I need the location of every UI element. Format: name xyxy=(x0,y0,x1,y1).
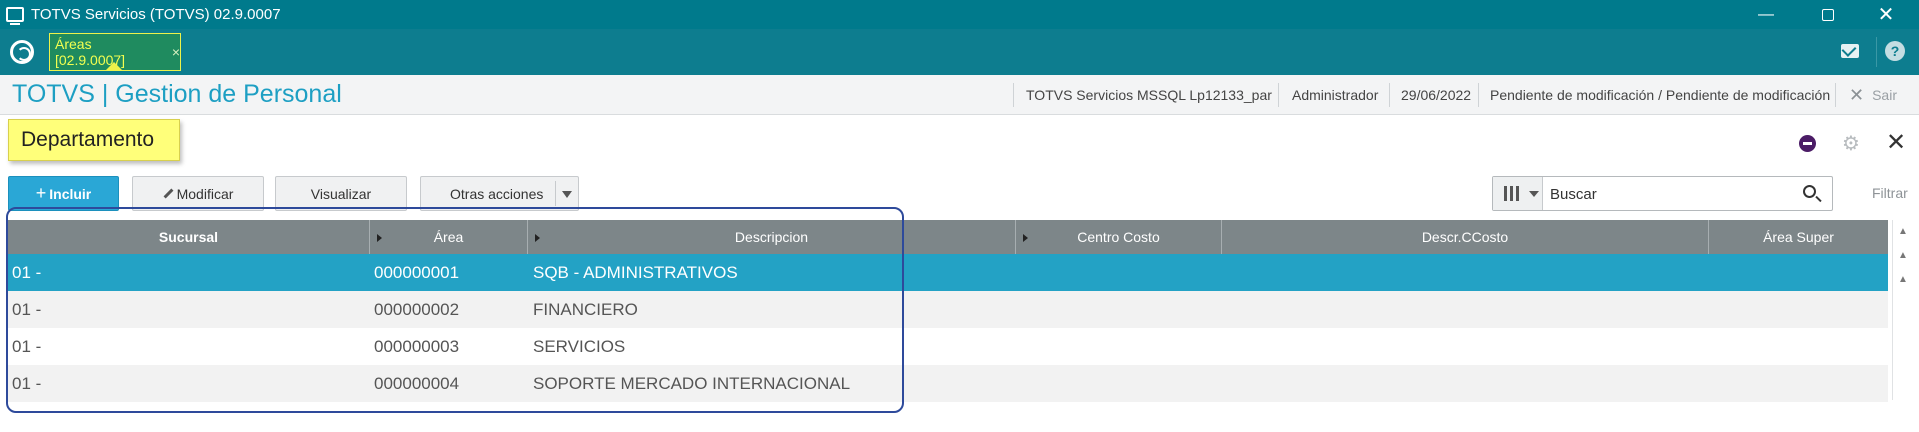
tabbar-divider xyxy=(1876,37,1877,67)
restore-button[interactable] xyxy=(1799,0,1857,29)
table-row[interactable]: 01 - 000000002 FINANCIERO xyxy=(8,291,1888,328)
cell-area: 000000002 xyxy=(374,299,460,319)
search-box xyxy=(1492,176,1833,211)
sort-arrow-icon xyxy=(535,234,540,242)
header-divider xyxy=(1478,83,1479,107)
include-label: Incluir xyxy=(49,185,92,202)
app-title: TOTVS | Gestion de Personal xyxy=(12,80,342,108)
scroll-top-icon[interactable]: ▲ xyxy=(1897,226,1909,237)
column-label: Centro Costo xyxy=(1077,229,1160,245)
cell-sucursal: 01 - xyxy=(12,299,42,319)
environment-label: TOTVS Servicios MSSQL Lp12133_par xyxy=(1026,87,1272,103)
tab-bar: Áreas [02.9.0007] × ? xyxy=(0,29,1919,75)
cell-sucursal: 01 - xyxy=(12,373,42,393)
minimize-button[interactable]: — xyxy=(1737,0,1795,29)
close-icon: ✕ xyxy=(1877,4,1895,26)
other-actions-button[interactable]: Otras acciones xyxy=(420,176,579,211)
totvs-logo-icon[interactable] xyxy=(10,40,34,64)
plus-icon: + xyxy=(35,183,47,203)
grid-header: Sucursal Área Descripcion Centro Costo D… xyxy=(8,220,1888,254)
user-label: Administrador xyxy=(1292,87,1379,103)
sort-arrow-icon xyxy=(377,234,382,242)
other-actions-label: Otras acciones xyxy=(450,185,544,202)
column-label: Descr.CCosto xyxy=(1421,229,1509,245)
column-label: Área xyxy=(433,229,464,245)
header-divider xyxy=(1013,83,1014,107)
search-input[interactable] xyxy=(1550,183,1780,205)
tab-areas[interactable]: Áreas [02.9.0007] × xyxy=(49,33,181,71)
scroll-page-up-icon[interactable]: ▲ xyxy=(1897,250,1909,261)
window-titlebar: TOTVS Servicios (TOTVS) 02.9.0007 — ✕ xyxy=(0,0,1919,29)
restore-icon xyxy=(1822,8,1834,21)
table-row[interactable]: 01 - 000000001 SQB - ADMINISTRATIVOS xyxy=(8,254,1888,291)
exit-label: Sair xyxy=(1872,87,1897,103)
mail-icon[interactable] xyxy=(1841,44,1859,58)
tab-close-icon[interactable]: × xyxy=(172,44,180,60)
column-header-sucursal[interactable]: Sucursal xyxy=(8,220,370,254)
window-close-button[interactable]: ✕ xyxy=(1857,0,1915,29)
cell-descripcion: SERVICIOS xyxy=(533,336,626,356)
header-divider xyxy=(1278,83,1279,107)
column-header-centro-costo[interactable]: Centro Costo xyxy=(1016,220,1222,254)
include-button[interactable]: + Incluir xyxy=(8,176,119,211)
cell-descripcion: FINANCIERO xyxy=(533,299,638,319)
column-header-descripcion[interactable]: Descripcion xyxy=(528,220,1016,254)
cell-sucursal: 01 - xyxy=(12,262,42,282)
cell-sucursal: 01 - xyxy=(12,336,42,356)
date-label: 29/06/2022 xyxy=(1401,87,1472,103)
columns-icon xyxy=(1510,186,1513,201)
close-routine-icon[interactable]: ✕ xyxy=(1886,128,1906,157)
sort-arrow-icon xyxy=(1023,234,1028,242)
pencil-icon xyxy=(163,188,174,199)
column-label: Descripcion xyxy=(734,229,809,245)
columns-icon xyxy=(1504,186,1507,201)
exit-x-icon: ✕ xyxy=(1849,84,1865,105)
column-header-area-super[interactable]: Área Super xyxy=(1709,220,1888,254)
table-row[interactable]: 01 - 000000003 SERVICIOS xyxy=(8,328,1888,365)
cell-descripcion: SQB - ADMINISTRATIVOS xyxy=(533,262,738,282)
caret-down-icon xyxy=(562,191,572,198)
columns-selector[interactable] xyxy=(1493,177,1543,210)
view-label: Visualizar xyxy=(310,185,372,202)
cell-area: 000000003 xyxy=(374,336,460,356)
button-divider xyxy=(555,181,556,206)
column-label: Sucursal xyxy=(158,229,219,245)
columns-icon xyxy=(1516,186,1519,201)
exit-button[interactable]: ✕ Sair xyxy=(1849,75,1897,115)
window-title: TOTVS Servicios (TOTVS) 02.9.0007 xyxy=(31,6,281,23)
modify-button[interactable]: Modificar xyxy=(132,176,264,211)
cell-area: 000000004 xyxy=(374,373,460,393)
header-divider xyxy=(1835,83,1836,107)
column-header-area[interactable]: Área xyxy=(370,220,528,254)
column-header-descr-ccosto[interactable]: Descr.CCosto xyxy=(1222,220,1709,254)
tab-pointer xyxy=(105,62,123,71)
status-label: Pendiente de modificación / Pendiente de… xyxy=(1490,87,1831,103)
table-row[interactable]: 01 - 000000004 SOPORTE MERCADO INTERNACI… xyxy=(8,365,1888,402)
scroll-up-icon[interactable]: ▲ xyxy=(1897,274,1909,285)
monitor-icon xyxy=(6,7,24,25)
header-divider xyxy=(1389,83,1390,107)
column-label: Área Super xyxy=(1763,229,1834,245)
minus-circle-icon[interactable] xyxy=(1799,135,1816,152)
view-button[interactable]: Visualizar xyxy=(275,176,407,211)
search-icon[interactable] xyxy=(1803,185,1816,198)
help-icon[interactable]: ? xyxy=(1885,41,1905,61)
cell-area: 000000001 xyxy=(374,262,460,282)
gear-icon[interactable]: ⚙ xyxy=(1842,131,1860,156)
caret-down-icon xyxy=(1529,191,1539,197)
vertical-scrollbar[interactable]: ▲ ▲ ▲ xyxy=(1892,220,1913,400)
routine-title: Departamento xyxy=(8,119,180,161)
minimize-icon: — xyxy=(1758,5,1774,23)
filter-link[interactable]: Filtrar xyxy=(1872,185,1908,201)
modify-label: Modificar xyxy=(176,185,234,202)
cell-descripcion: SOPORTE MERCADO INTERNACIONAL xyxy=(533,373,851,393)
app-header: TOTVS | Gestion de Personal TOTVS Servic… xyxy=(0,75,1919,115)
